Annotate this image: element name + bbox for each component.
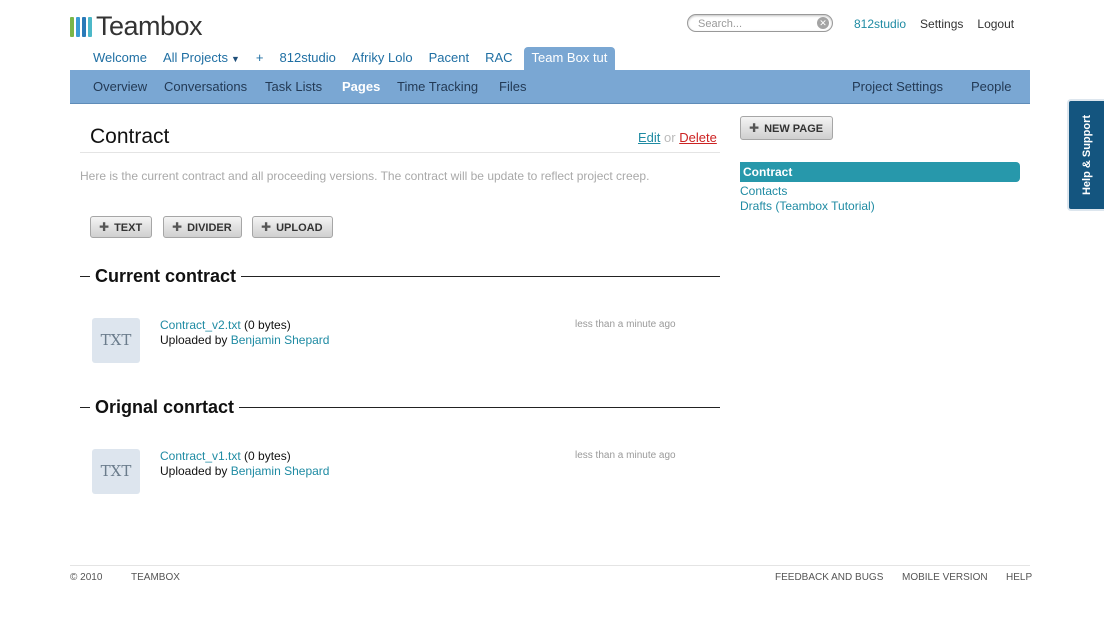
mobile-version-link[interactable]: MOBILE VERSION: [902, 572, 988, 583]
project-tabs: Welcome All Projects ▼ + 812studio Afriky…: [85, 47, 616, 70]
section-title: Current contract: [90, 266, 242, 287]
tab-afriky-lolo[interactable]: Afriky Lolo: [344, 47, 421, 70]
help-support-tab[interactable]: Help & Support: [1067, 99, 1104, 211]
tab-rac[interactable]: RAC: [477, 47, 520, 70]
help-link[interactable]: HELP: [1006, 572, 1032, 583]
plus-icon: ✚: [172, 220, 183, 234]
file-link[interactable]: Contract_v2.txt: [160, 318, 241, 332]
subnav-people[interactable]: People: [971, 79, 1011, 94]
footer-divider: [70, 565, 1030, 566]
tab-add-project[interactable]: +: [248, 47, 272, 70]
subnav-time-tracking[interactable]: Time Tracking: [397, 79, 478, 94]
add-text-label: TEXT: [114, 222, 143, 234]
teambox-logo[interactable]: Teambox: [70, 11, 203, 42]
tab-all-projects[interactable]: All Projects ▼: [155, 47, 248, 70]
tab-team-box-tut[interactable]: Team Box tut: [523, 47, 616, 70]
search-placeholder: Search...: [698, 18, 743, 30]
tab-pacent[interactable]: Pacent: [421, 47, 477, 70]
user-link[interactable]: 812studio: [854, 17, 906, 31]
upload-label: UPLOAD: [276, 222, 323, 234]
uploader-link[interactable]: Benjamin Shepard: [231, 464, 330, 478]
file-size: (0 bytes): [244, 318, 291, 332]
copyright: © 2010: [70, 572, 103, 583]
section-divider: Current contract: [80, 266, 720, 287]
subnav-pages[interactable]: Pages: [342, 79, 380, 94]
page-title: Contract: [90, 125, 170, 148]
footer-brand: TEAMBOX: [131, 572, 180, 583]
chevron-down-icon: ▼: [230, 54, 240, 64]
add-divider-label: DIVIDER: [187, 222, 232, 234]
tab-all-projects-label: All Projects: [162, 50, 228, 65]
section-divider: Orignal conrtact: [80, 397, 720, 418]
subnav-overview[interactable]: Overview: [93, 79, 147, 94]
uploader-link[interactable]: Benjamin Shepard: [231, 333, 330, 347]
tab-welcome[interactable]: Welcome: [85, 47, 155, 70]
uploaded-by-label: Uploaded by: [160, 464, 228, 478]
new-page-button[interactable]: ✚ NEW PAGE: [740, 116, 834, 140]
tab-812studio[interactable]: 812studio: [272, 47, 344, 70]
clear-search-icon[interactable]: ✕: [817, 17, 829, 29]
file-name-line: Contract_v1.txt (0 bytes): [160, 449, 291, 463]
subnav-project-settings[interactable]: Project Settings: [852, 79, 943, 94]
plus-icon: ✚: [261, 220, 272, 234]
file-name-line: Contract_v2.txt (0 bytes): [160, 318, 291, 332]
plus-icon: ✚: [749, 121, 760, 135]
logout-link[interactable]: Logout: [977, 17, 1014, 31]
project-subnav: Overview Conversations Task Lists Pages …: [70, 70, 1030, 104]
upload-time: less than a minute ago: [575, 450, 676, 461]
settings-link[interactable]: Settings: [920, 17, 963, 31]
add-text-button[interactable]: ✚ TEXT: [90, 216, 153, 238]
or-text: or: [664, 130, 676, 145]
delete-link[interactable]: Delete: [679, 130, 717, 145]
feedback-link[interactable]: FEEDBACK AND BUGS: [775, 572, 883, 583]
upload-time: less than a minute ago: [575, 319, 676, 330]
file-thumbnail[interactable]: TXT: [92, 449, 140, 494]
page-actions: Edit or Delete: [638, 130, 717, 145]
page-item-drafts[interactable]: Drafts (Teambox Tutorial): [740, 199, 1020, 214]
plus-icon: ✚: [99, 220, 110, 234]
uploaded-by-line: Uploaded by Benjamin Shepard: [160, 464, 329, 478]
add-divider-button[interactable]: ✚ DIVIDER: [163, 216, 242, 238]
section-title: Orignal conrtact: [90, 397, 240, 418]
subnav-task-lists[interactable]: Task Lists: [265, 79, 322, 94]
uploaded-by-line: Uploaded by Benjamin Shepard: [160, 333, 329, 347]
upload-button[interactable]: ✚ UPLOAD: [252, 216, 333, 238]
page-list: Contract Contacts Drafts (Teambox Tutori…: [740, 162, 1020, 214]
file-thumbnail[interactable]: TXT: [92, 318, 140, 363]
new-page-label: NEW PAGE: [764, 123, 824, 135]
page-item-contract[interactable]: Contract: [740, 162, 1020, 182]
title-divider: [80, 152, 720, 153]
brand-name: Teambox: [96, 11, 203, 41]
uploaded-by-label: Uploaded by: [160, 333, 228, 347]
subnav-files[interactable]: Files: [499, 79, 526, 94]
help-support-label: Help & Support: [1080, 114, 1093, 196]
search-input[interactable]: Search... ✕: [687, 14, 833, 32]
edit-link[interactable]: Edit: [638, 130, 660, 145]
file-link[interactable]: Contract_v1.txt: [160, 449, 241, 463]
file-size: (0 bytes): [244, 449, 291, 463]
page-description: Here is the current contract and all pro…: [80, 169, 650, 183]
logo-icon: [70, 16, 92, 37]
subnav-conversations[interactable]: Conversations: [164, 79, 247, 94]
page-item-contacts[interactable]: Contacts: [740, 184, 1020, 199]
account-links: 812studio Settings Logout: [854, 17, 1014, 31]
